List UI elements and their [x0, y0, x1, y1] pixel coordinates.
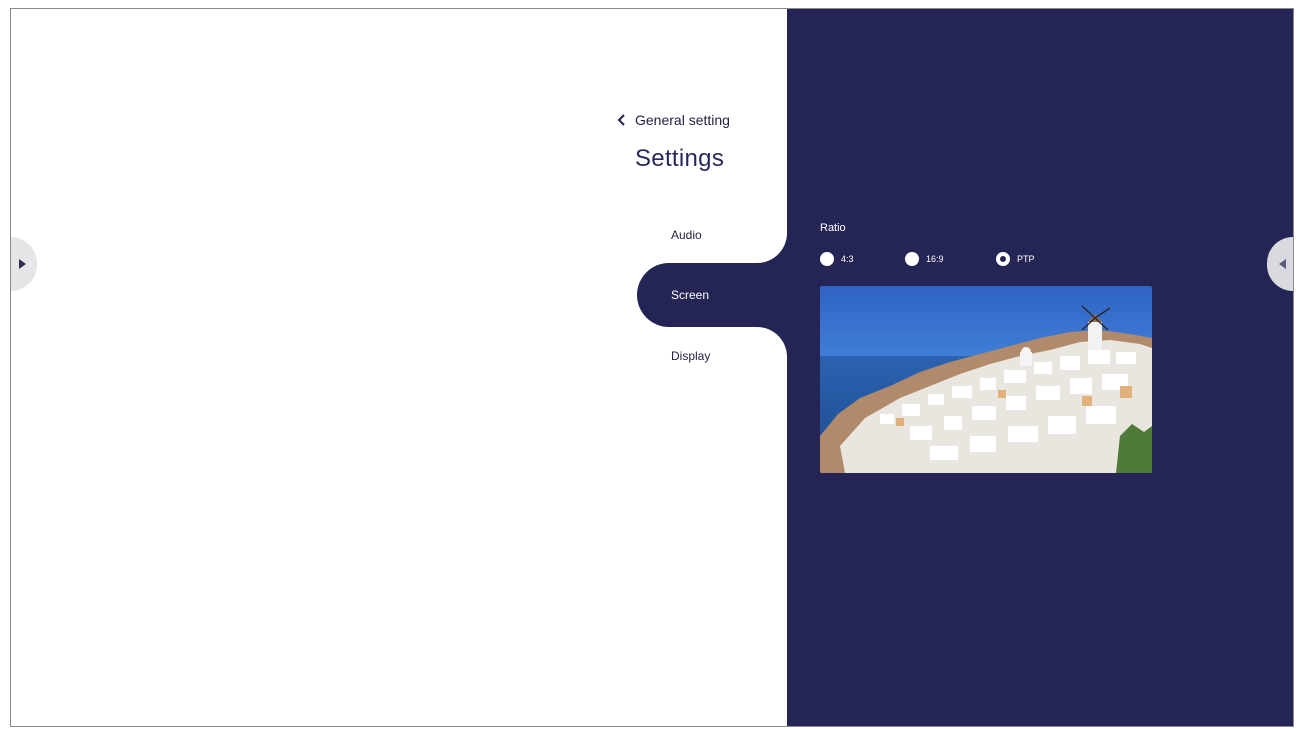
chevron-left-icon	[617, 114, 625, 126]
menu-item-display[interactable]: Display	[671, 349, 710, 363]
active-tab-corner-bottom	[757, 327, 787, 357]
radio-label: 4:3	[841, 254, 854, 264]
radio-label: 16:9	[926, 254, 944, 264]
screen-frame: General setting Settings Audio Screen Di…	[10, 8, 1294, 727]
back-link-label: General setting	[635, 112, 730, 128]
radio-button[interactable]	[820, 252, 834, 266]
radio-button[interactable]	[905, 252, 919, 266]
ratio-label: Ratio	[820, 222, 846, 234]
santorini-landscape-image	[820, 286, 1152, 473]
ratio-radio-group: 4:3 16:9 PTP	[820, 252, 1035, 266]
radio-label: PTP	[1017, 254, 1035, 264]
page-title: Settings	[635, 145, 725, 172]
play-arrow-icon	[19, 259, 26, 269]
ratio-option-4-3[interactable]: 4:3	[820, 252, 905, 266]
active-tab-corner-top	[757, 233, 787, 263]
back-to-general-setting[interactable]: General setting	[617, 112, 730, 128]
screen-preview-image	[820, 286, 1152, 473]
menu-item-screen-label: Screen	[671, 288, 710, 302]
ratio-option-16-9[interactable]: 16:9	[905, 252, 996, 266]
radio-button-selected[interactable]	[996, 252, 1010, 266]
ratio-option-ptp[interactable]: PTP	[996, 252, 1035, 266]
menu-item-screen[interactable]: Screen	[637, 263, 797, 327]
menu-item-audio[interactable]: Audio	[671, 228, 702, 242]
caret-left-icon	[1279, 259, 1286, 269]
